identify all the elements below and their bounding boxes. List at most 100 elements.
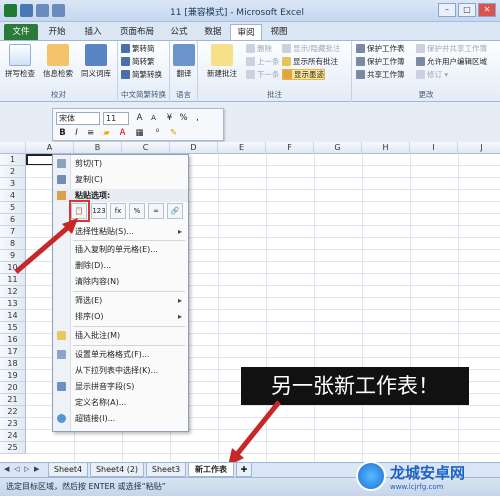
font-color-icon[interactable]: A bbox=[116, 127, 129, 140]
simp-to-trad-button[interactable]: 简转繁 bbox=[121, 56, 155, 67]
maximize-button[interactable]: □ bbox=[458, 3, 476, 17]
paste-formulas-icon[interactable]: fx bbox=[110, 203, 126, 219]
menu-hyperlink[interactable]: 超链接(I)... bbox=[53, 412, 188, 425]
tab-view[interactable]: 视图 bbox=[264, 24, 294, 40]
previous-comment-button[interactable]: 上一条 bbox=[246, 56, 280, 67]
menu-pick-from-list[interactable]: 从下拉列表中选择(K)... bbox=[53, 364, 188, 377]
tab-data[interactable]: 数据 bbox=[198, 24, 228, 40]
protect-share-button[interactable]: 保护并共享工作簿 bbox=[416, 43, 487, 54]
tab-review[interactable]: 审阅 bbox=[230, 24, 262, 40]
undo-icon[interactable] bbox=[36, 4, 49, 17]
font-size-field[interactable]: 11 bbox=[103, 112, 129, 125]
row-header[interactable]: 14 bbox=[0, 310, 26, 322]
bold-button[interactable]: B bbox=[56, 127, 69, 140]
row-header[interactable]: 3 bbox=[0, 178, 26, 190]
tab-home[interactable]: 开始 bbox=[42, 24, 72, 40]
row-header[interactable]: 15 bbox=[0, 322, 26, 334]
protect-workbook-button[interactable]: 保护工作簿 bbox=[356, 56, 405, 67]
translate-button[interactable]: 翻译 bbox=[166, 44, 202, 79]
shrink-font-icon[interactable]: A bbox=[147, 112, 160, 125]
menu-sort[interactable]: 排序(O) ▸ bbox=[53, 310, 188, 323]
column-header[interactable]: B bbox=[74, 142, 122, 154]
spell-check-button[interactable]: 拼写检查 bbox=[2, 44, 38, 79]
thesaurus-button[interactable]: 同义词库 bbox=[78, 44, 114, 79]
select-all-corner[interactable] bbox=[0, 142, 26, 154]
menu-insert-comment[interactable]: 插入批注(M) bbox=[53, 329, 188, 342]
percent-icon[interactable]: % bbox=[177, 112, 190, 125]
tab-insert[interactable]: 插入 bbox=[78, 24, 108, 40]
menu-show-phonetic[interactable]: 显示拼音字段(S) bbox=[53, 380, 188, 393]
sheet-tab[interactable]: Sheet4 bbox=[48, 463, 88, 477]
format-painter-icon[interactable]: ✎ bbox=[167, 127, 180, 140]
redo-icon[interactable] bbox=[52, 4, 65, 17]
protect-sheet-button[interactable]: 保护工作表 bbox=[356, 43, 405, 54]
show-ink-button[interactable]: 显示墨迹 bbox=[282, 69, 325, 80]
research-button[interactable]: 信息检索 bbox=[40, 44, 76, 79]
sheet-tab[interactable]: Sheet4 (2) bbox=[90, 463, 144, 477]
close-button[interactable]: ✕ bbox=[478, 3, 496, 17]
fill-color-icon[interactable]: ▰ bbox=[100, 127, 113, 140]
row-header[interactable]: 25 bbox=[0, 442, 26, 454]
paste-formatting-icon[interactable]: ∞ bbox=[148, 203, 164, 219]
row-header[interactable]: 23 bbox=[0, 418, 26, 430]
first-sheet-icon[interactable]: ◀ bbox=[4, 465, 12, 475]
new-comment-button[interactable]: 新建批注 bbox=[202, 44, 242, 79]
decimal-icon[interactable]: ⁰ bbox=[151, 127, 164, 140]
italic-button[interactable]: I bbox=[70, 127, 83, 140]
tab-formulas[interactable]: 公式 bbox=[164, 24, 194, 40]
comma-icon[interactable]: , bbox=[191, 112, 204, 125]
next-sheet-icon[interactable]: ▷ bbox=[24, 465, 32, 475]
conversion-button[interactable]: 简繁转换 bbox=[121, 69, 162, 80]
row-header[interactable]: 16 bbox=[0, 334, 26, 346]
prev-sheet-icon[interactable]: ◁ bbox=[14, 465, 22, 475]
sheet-tab[interactable]: Sheet3 bbox=[146, 463, 186, 477]
row-header[interactable]: 1 bbox=[0, 154, 26, 166]
allow-edit-ranges-button[interactable]: 允许用户编辑区域 bbox=[416, 56, 487, 67]
share-workbook-button[interactable]: 共享工作簿 bbox=[356, 69, 405, 80]
column-header[interactable]: I bbox=[410, 142, 458, 154]
align-center-icon[interactable]: ≡ bbox=[84, 127, 97, 140]
track-changes-button[interactable]: 修订 ▾ bbox=[416, 69, 448, 80]
row-header[interactable]: 12 bbox=[0, 286, 26, 298]
menu-cut[interactable]: 剪切(T) bbox=[53, 157, 188, 170]
row-header[interactable]: 22 bbox=[0, 406, 26, 418]
row-header[interactable]: 21 bbox=[0, 394, 26, 406]
column-header[interactable]: G bbox=[314, 142, 362, 154]
row-header[interactable]: 19 bbox=[0, 370, 26, 382]
column-header[interactable]: J bbox=[458, 142, 500, 154]
row-header[interactable]: 4 bbox=[0, 190, 26, 202]
minimize-button[interactable]: – bbox=[438, 3, 456, 17]
row-header[interactable]: 5 bbox=[0, 202, 26, 214]
currency-icon[interactable]: ¥ bbox=[163, 112, 176, 125]
column-header[interactable]: H bbox=[362, 142, 410, 154]
row-header[interactable]: 2 bbox=[0, 166, 26, 178]
grow-font-icon[interactable]: A bbox=[133, 112, 146, 125]
column-header[interactable]: C bbox=[122, 142, 170, 154]
row-header[interactable]: 20 bbox=[0, 382, 26, 394]
paste-link-icon[interactable]: 🔗 bbox=[167, 203, 183, 219]
show-hide-comment-button[interactable]: 显示/隐藏批注 bbox=[282, 43, 341, 54]
last-sheet-icon[interactable]: ▶ bbox=[34, 465, 42, 475]
tab-page-layout[interactable]: 页面布局 bbox=[112, 24, 162, 40]
menu-clear[interactable]: 清除内容(N) bbox=[53, 275, 188, 288]
column-header[interactable]: F bbox=[266, 142, 314, 154]
next-comment-button[interactable]: 下一条 bbox=[246, 69, 280, 80]
trad-to-simp-button[interactable]: 繁转简 bbox=[121, 43, 155, 54]
row-header[interactable]: 13 bbox=[0, 298, 26, 310]
tab-file[interactable]: 文件 bbox=[4, 24, 38, 40]
paste-transpose-icon[interactable]: % bbox=[129, 203, 145, 219]
font-name-field[interactable]: 宋体 bbox=[56, 112, 100, 125]
insert-sheet-icon[interactable]: ✚ bbox=[236, 463, 252, 477]
show-all-comments-button[interactable]: 显示所有批注 bbox=[282, 56, 338, 67]
save-icon[interactable] bbox=[20, 4, 33, 17]
sheet-tab-active[interactable]: 新工作表 bbox=[188, 463, 234, 477]
row-header[interactable]: 17 bbox=[0, 346, 26, 358]
column-header[interactable]: A bbox=[26, 142, 74, 154]
menu-filter[interactable]: 筛选(E) ▸ bbox=[53, 294, 188, 307]
menu-copy[interactable]: 复制(C) bbox=[53, 173, 188, 186]
menu-define-name[interactable]: 定义名称(A)... bbox=[53, 396, 188, 409]
delete-comment-button[interactable]: 删除 bbox=[246, 43, 272, 54]
borders-icon[interactable]: ▦ bbox=[133, 127, 146, 140]
column-header[interactable]: D bbox=[170, 142, 218, 154]
row-header[interactable]: 18 bbox=[0, 358, 26, 370]
